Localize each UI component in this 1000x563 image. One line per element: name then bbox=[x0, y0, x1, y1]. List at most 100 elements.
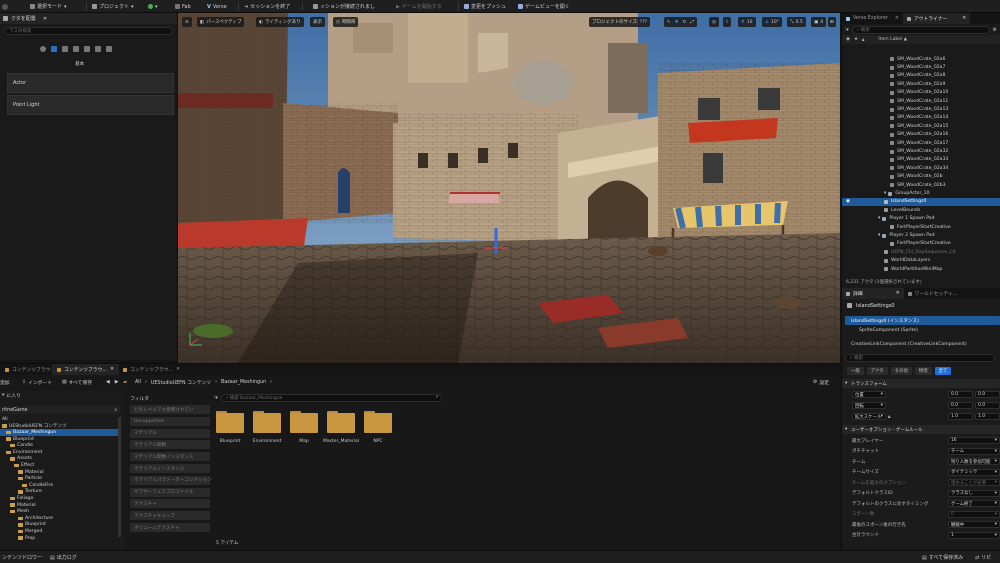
chevron-down-icon[interactable]: ▾ bbox=[884, 191, 886, 196]
close-icon[interactable]: ✕ bbox=[895, 16, 899, 21]
filter-item[interactable]: テクスチャキューブ bbox=[130, 511, 210, 521]
folder-tile-icon[interactable] bbox=[364, 411, 392, 433]
scale-x-input[interactable]: 1.0 bbox=[948, 413, 973, 420]
filter-icon[interactable]: ⫶▾ bbox=[214, 395, 218, 401]
outliner-row[interactable]: SM_WoodCrate_02a10 bbox=[842, 89, 1000, 97]
open-game-view-button[interactable]: ゲームビューを開く bbox=[518, 2, 570, 11]
folder-tree-item[interactable]: Candle bbox=[0, 442, 118, 449]
scale-snap-button[interactable]: ⤡ 0.5 bbox=[787, 17, 806, 27]
component-creative-link[interactable]: CreativeLinkComponent (CreativeLinkCompo… bbox=[845, 340, 1000, 349]
chevron-down-icon[interactable]: ▾ bbox=[878, 216, 880, 221]
place-item-point-light[interactable]: Point Light bbox=[7, 95, 174, 115]
details-filter-tab[interactable]: 全て bbox=[934, 367, 952, 375]
filter-item[interactable]: マテリアル関数 bbox=[130, 440, 210, 450]
lock-icon[interactable]: 🔒︎ bbox=[862, 37, 864, 43]
outliner-row[interactable]: UEFN_Chl_DaySequence_C0 bbox=[842, 248, 1000, 256]
select-tool-icon[interactable]: ↖ bbox=[667, 20, 671, 25]
outliner-column-header[interactable]: ◉ ★ 🔒︎ Item Label ▲ bbox=[842, 35, 1000, 44]
scale-tool-icon[interactable]: ⤢ bbox=[690, 19, 694, 25]
mode-dropdown[interactable]: 選択モード ▾ bbox=[30, 2, 67, 11]
forward-icon[interactable]: ▶ bbox=[115, 380, 119, 385]
close-icon[interactable]: ✕ bbox=[43, 16, 47, 22]
add-content-button[interactable]: ▾ bbox=[148, 2, 158, 11]
details-search-input[interactable]: ⌕ 検索 bbox=[845, 354, 995, 362]
folder-tree-item[interactable]: Blueprint bbox=[0, 522, 118, 529]
game-rule-value[interactable]: 観戦中 ▾ bbox=[948, 521, 1000, 528]
folder-tree-item[interactable]: Effect bbox=[0, 462, 118, 469]
outliner-row[interactable]: ▾ Player 2 Spawn Pad bbox=[842, 231, 1000, 239]
filter-item[interactable]: テクスチャ bbox=[130, 499, 210, 509]
search-icon[interactable]: ⌕ bbox=[114, 407, 117, 413]
folder-tree-item[interactable]: Material bbox=[0, 469, 118, 476]
unreal-logo-icon[interactable] bbox=[2, 2, 8, 11]
folder-tile-label[interactable]: Blueprint bbox=[210, 439, 250, 444]
outliner-row[interactable]: SM_WoodCrate_02a15 bbox=[842, 122, 1000, 130]
settings-button[interactable]: ⚙ 設定 bbox=[813, 379, 829, 386]
filter-item[interactable]: マテリアル関数インスタンス bbox=[130, 452, 210, 462]
outliner-row[interactable]: ▾ Player 1 Spawn Pad bbox=[842, 215, 1000, 223]
location-y-input[interactable]: 0.0 bbox=[975, 391, 1000, 398]
folder-tile-label[interactable]: Map bbox=[284, 439, 324, 444]
filter-item[interactable]: Unsupported bbox=[130, 416, 210, 426]
outliner-row[interactable]: ◉ IslandSettings0 bbox=[842, 197, 1000, 207]
user-options-section-header[interactable]: ▾ ユーザーオプション - ゲームルール bbox=[842, 425, 1000, 434]
save-status[interactable]: ▤ すべて保存済み bbox=[922, 553, 963, 562]
game-rule-value[interactable]: ダイナミック ▾ bbox=[948, 468, 1000, 476]
component-instance[interactable]: IslandSettings0 (インスタンス) bbox=[845, 316, 1000, 325]
component-sprite[interactable]: SpriteComponent (Sprite) bbox=[845, 326, 1000, 335]
lighting-dropdown[interactable]: ◐ ライティングあり bbox=[256, 17, 304, 27]
outliner-row[interactable]: SM_WoodCrate_02b3 bbox=[842, 181, 1000, 189]
outliner-row[interactable]: SM_WoodCrate_02a8 bbox=[842, 72, 1000, 80]
project-menu[interactable]: プロジェクト ▾ bbox=[92, 2, 134, 11]
folder-tree-item[interactable]: Assets bbox=[0, 456, 118, 463]
visibility-eye-icon[interactable]: ◉ bbox=[846, 199, 850, 204]
folder-tree-item[interactable]: Merged bbox=[0, 528, 118, 535]
game-rule-value[interactable]: クラスなし ▾ bbox=[948, 489, 1000, 497]
folder-tree-item[interactable]: CandleFire bbox=[0, 482, 118, 489]
outliner-row[interactable]: SM_WoodCrate_02a9 bbox=[842, 80, 1000, 88]
eye-icon[interactable]: ◉ bbox=[846, 37, 850, 42]
folder-tile-icon[interactable] bbox=[253, 411, 281, 433]
breadcrumb-current[interactable]: Bazaar_Meshingun bbox=[221, 380, 266, 385]
game-rule-value[interactable]: ゲーム終了 ▾ bbox=[948, 500, 1000, 507]
tab-outliner[interactable]: アウトライナー ✕ bbox=[902, 13, 971, 24]
game-rule-value[interactable]: 16 ▾ bbox=[948, 437, 1000, 444]
import-button[interactable]: ⇩ インポート bbox=[22, 379, 52, 386]
filter-item[interactable]: マテリアルインスタンス bbox=[130, 464, 210, 473]
game-rule-value[interactable]: チーム ▾ bbox=[948, 447, 1000, 455]
folder-tree-item[interactable]: Blueprint bbox=[0, 436, 118, 443]
game-rule-value[interactable]: 埋めることが必要 ▾ bbox=[948, 479, 1000, 486]
folder-tree-item[interactable]: Particle bbox=[0, 475, 118, 482]
outliner-row[interactable]: SM_WoodCrate_02a6 bbox=[842, 55, 1000, 63]
move-tool-icon[interactable]: ✥ bbox=[675, 20, 679, 25]
outliner-row[interactable]: SM_WoodCrate_02a33 bbox=[842, 156, 1000, 164]
location-dropdown[interactable]: 位置 ▾ bbox=[852, 391, 886, 398]
filter-icon[interactable]: ⫶▾ bbox=[845, 27, 849, 33]
verse-button[interactable]: V Verse bbox=[207, 2, 227, 11]
folder-tree-item[interactable]: Mesh bbox=[0, 508, 118, 515]
folder-tree-item[interactable]: Architecture bbox=[0, 515, 118, 522]
close-icon[interactable]: ✕ bbox=[896, 291, 900, 296]
chevron-down-icon[interactable]: ▾ bbox=[878, 233, 880, 238]
outliner-search-input[interactable]: ⌕ 検索 bbox=[851, 25, 990, 34]
rotation-snap-button[interactable]: ∠ 10° bbox=[762, 17, 783, 27]
filter-item[interactable]: サブサーフェスプロファイル bbox=[130, 487, 210, 497]
world-local-toggle[interactable]: ◎ bbox=[709, 17, 719, 27]
outliner-row[interactable]: WorldDataLayers bbox=[842, 257, 1000, 265]
folder-tree-item[interactable]: Prop bbox=[0, 535, 118, 542]
tab-content-browser-3[interactable]: コンテンツブラウ... ✕ bbox=[118, 364, 185, 375]
class-search-input[interactable]: ラスの検索 bbox=[4, 27, 173, 35]
place-actors-tab[interactable]: クタを配置 ✕ bbox=[0, 13, 177, 24]
recent-icon[interactable] bbox=[40, 46, 46, 52]
filter-item[interactable]: マテリアル bbox=[130, 428, 210, 438]
outliner-row[interactable]: SM_WoodCrate_02a17 bbox=[842, 139, 1000, 147]
folder-tile-label[interactable]: NPC bbox=[358, 439, 398, 444]
rotation-y-input[interactable]: 0.0 bbox=[975, 402, 1000, 409]
level-viewport[interactable]: ≡ ◧ パースペクティブ ◐ ライティングあり 表示 ◷ 時間帯 プロジェクトのサイズ… bbox=[178, 13, 840, 363]
outliner-row[interactable]: SM_WoodCrate_02a16 bbox=[842, 131, 1000, 139]
tab-content-browser-2[interactable]: コンテンツブラウ... ✕ bbox=[52, 364, 119, 375]
outliner-row[interactable]: SM_WoodCrate_02a13 bbox=[842, 105, 1000, 113]
cinematic-category-icon[interactable] bbox=[84, 46, 90, 52]
folder-icon[interactable]: ▰ bbox=[123, 380, 127, 385]
viewport-menu-button[interactable]: ≡ bbox=[182, 17, 192, 27]
